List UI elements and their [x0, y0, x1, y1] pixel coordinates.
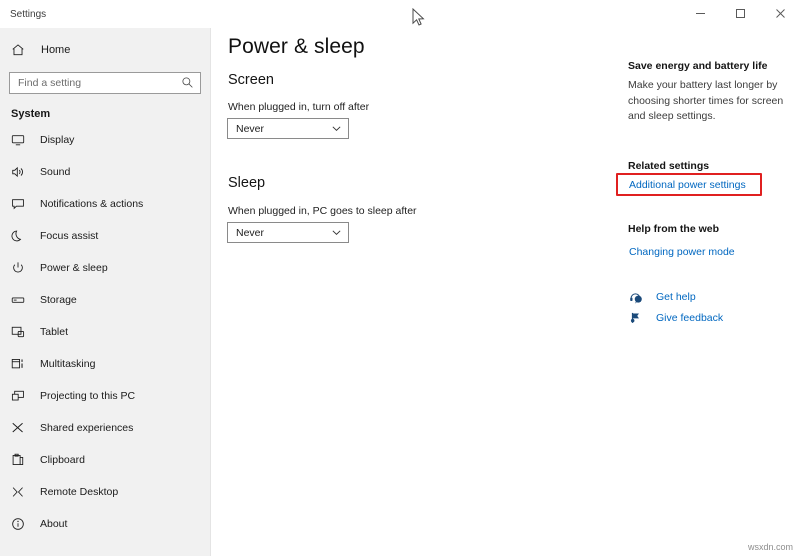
- sleep-field-label: When plugged in, PC goes to sleep after: [228, 205, 417, 217]
- sidebar-item-shared-experiences[interactable]: Shared experiences: [0, 412, 210, 444]
- sidebar-item-label: Multitasking: [40, 358, 96, 370]
- chevron-down-icon: [331, 227, 342, 238]
- sidebar-item-tablet[interactable]: Tablet: [0, 316, 210, 348]
- sidebar-item-home[interactable]: Home: [0, 38, 210, 62]
- projecting-icon: [11, 389, 31, 403]
- shared-icon: [11, 421, 31, 435]
- home-icon: [11, 43, 33, 57]
- storage-icon: [11, 293, 31, 307]
- multitasking-icon: [11, 357, 31, 371]
- app-title: Settings: [10, 9, 47, 20]
- sidebar-item-label: Focus assist: [40, 230, 99, 242]
- sidebar: Home System Display: [0, 28, 211, 556]
- sidebar-item-label: Shared experiences: [40, 422, 134, 434]
- speaker-icon: [11, 165, 31, 179]
- sidebar-nav-list: Display Sound Notifications & actions Fo…: [0, 124, 210, 540]
- give-feedback-label: Give feedback: [656, 312, 724, 324]
- get-help-label: Get help: [656, 291, 696, 303]
- sidebar-item-label: Storage: [40, 294, 77, 306]
- sidebar-group-title: System: [11, 108, 51, 120]
- sidebar-item-label: Notifications & actions: [40, 198, 144, 210]
- sidebar-item-home-label: Home: [41, 44, 71, 56]
- remote-desktop-icon: [11, 485, 31, 499]
- maximize-button[interactable]: [720, 0, 760, 26]
- search-icon[interactable]: [181, 76, 194, 94]
- sidebar-item-focus-assist[interactable]: Focus assist: [0, 220, 210, 252]
- sidebar-item-label: Projecting to this PC: [40, 390, 136, 402]
- sidebar-item-label: Power & sleep: [40, 262, 108, 274]
- sidebar-item-label: Display: [40, 134, 75, 146]
- title-bar: Settings: [0, 0, 800, 28]
- sidebar-item-power-sleep[interactable]: Power & sleep: [0, 252, 210, 284]
- help-from-web-heading: Help from the web: [628, 223, 720, 235]
- sidebar-item-label: Remote Desktop: [40, 486, 119, 498]
- save-energy-heading: Save energy and battery life: [628, 60, 768, 72]
- notification-icon: [11, 197, 31, 211]
- screen-turnoff-dropdown[interactable]: Never: [227, 118, 349, 139]
- power-icon: [11, 261, 31, 275]
- sidebar-item-multitasking[interactable]: Multitasking: [0, 348, 210, 380]
- info-icon: [11, 517, 31, 531]
- sidebar-item-notifications[interactable]: Notifications & actions: [0, 188, 210, 220]
- moon-icon: [11, 229, 31, 243]
- sidebar-item-storage[interactable]: Storage: [0, 284, 210, 316]
- search-input[interactable]: [10, 74, 200, 92]
- give-feedback-link[interactable]: Give feedback: [626, 311, 723, 325]
- close-button[interactable]: [760, 0, 800, 26]
- watermark: wsxdn.com: [747, 542, 793, 552]
- minimize-button[interactable]: [680, 0, 720, 26]
- save-energy-body: Make your battery last longer by choosin…: [628, 79, 784, 122]
- sidebar-item-sound[interactable]: Sound: [0, 156, 210, 188]
- sidebar-item-remote-desktop[interactable]: Remote Desktop: [0, 476, 210, 508]
- sidebar-item-about[interactable]: About: [0, 508, 210, 540]
- screen-turnoff-dropdown-value: Never: [236, 122, 265, 135]
- close-icon: [775, 8, 785, 18]
- minimize-icon: [695, 12, 705, 14]
- window-controls: [680, 0, 800, 26]
- screen-section-heading: Screen: [228, 72, 274, 88]
- clipboard-icon: [11, 453, 31, 467]
- screen-field-label: When plugged in, turn off after: [228, 101, 370, 113]
- monitor-icon: [11, 133, 31, 147]
- sidebar-item-projecting[interactable]: Projecting to this PC: [0, 380, 210, 412]
- sleep-section-heading: Sleep: [228, 175, 266, 191]
- sleep-after-dropdown[interactable]: Never: [227, 222, 349, 243]
- sidebar-item-label: Clipboard: [40, 454, 85, 466]
- page-title: Power & sleep: [228, 35, 365, 58]
- sidebar-item-clipboard[interactable]: Clipboard: [0, 444, 210, 476]
- maximize-icon: [735, 8, 745, 18]
- tablet-icon: [11, 325, 31, 339]
- changing-power-mode-link[interactable]: Changing power mode: [629, 246, 735, 258]
- related-settings-heading: Related settings: [628, 160, 710, 172]
- get-help-link[interactable]: Get help: [626, 290, 696, 304]
- sidebar-item-label: Sound: [40, 166, 71, 178]
- sidebar-item-label: About: [40, 518, 68, 530]
- sidebar-item-display[interactable]: Display: [0, 124, 210, 156]
- search-box[interactable]: [9, 72, 201, 94]
- additional-power-settings-link[interactable]: Additional power settings: [629, 179, 746, 191]
- feedback-icon: [626, 311, 646, 325]
- sidebar-item-label: Tablet: [40, 326, 69, 338]
- right-rail: Save energy and battery life Make your b…: [616, 60, 788, 324]
- sleep-after-dropdown-value: Never: [236, 226, 265, 239]
- title-bar-left: Settings: [0, 0, 46, 28]
- headset-icon: [626, 290, 646, 304]
- chevron-down-icon: [331, 123, 342, 134]
